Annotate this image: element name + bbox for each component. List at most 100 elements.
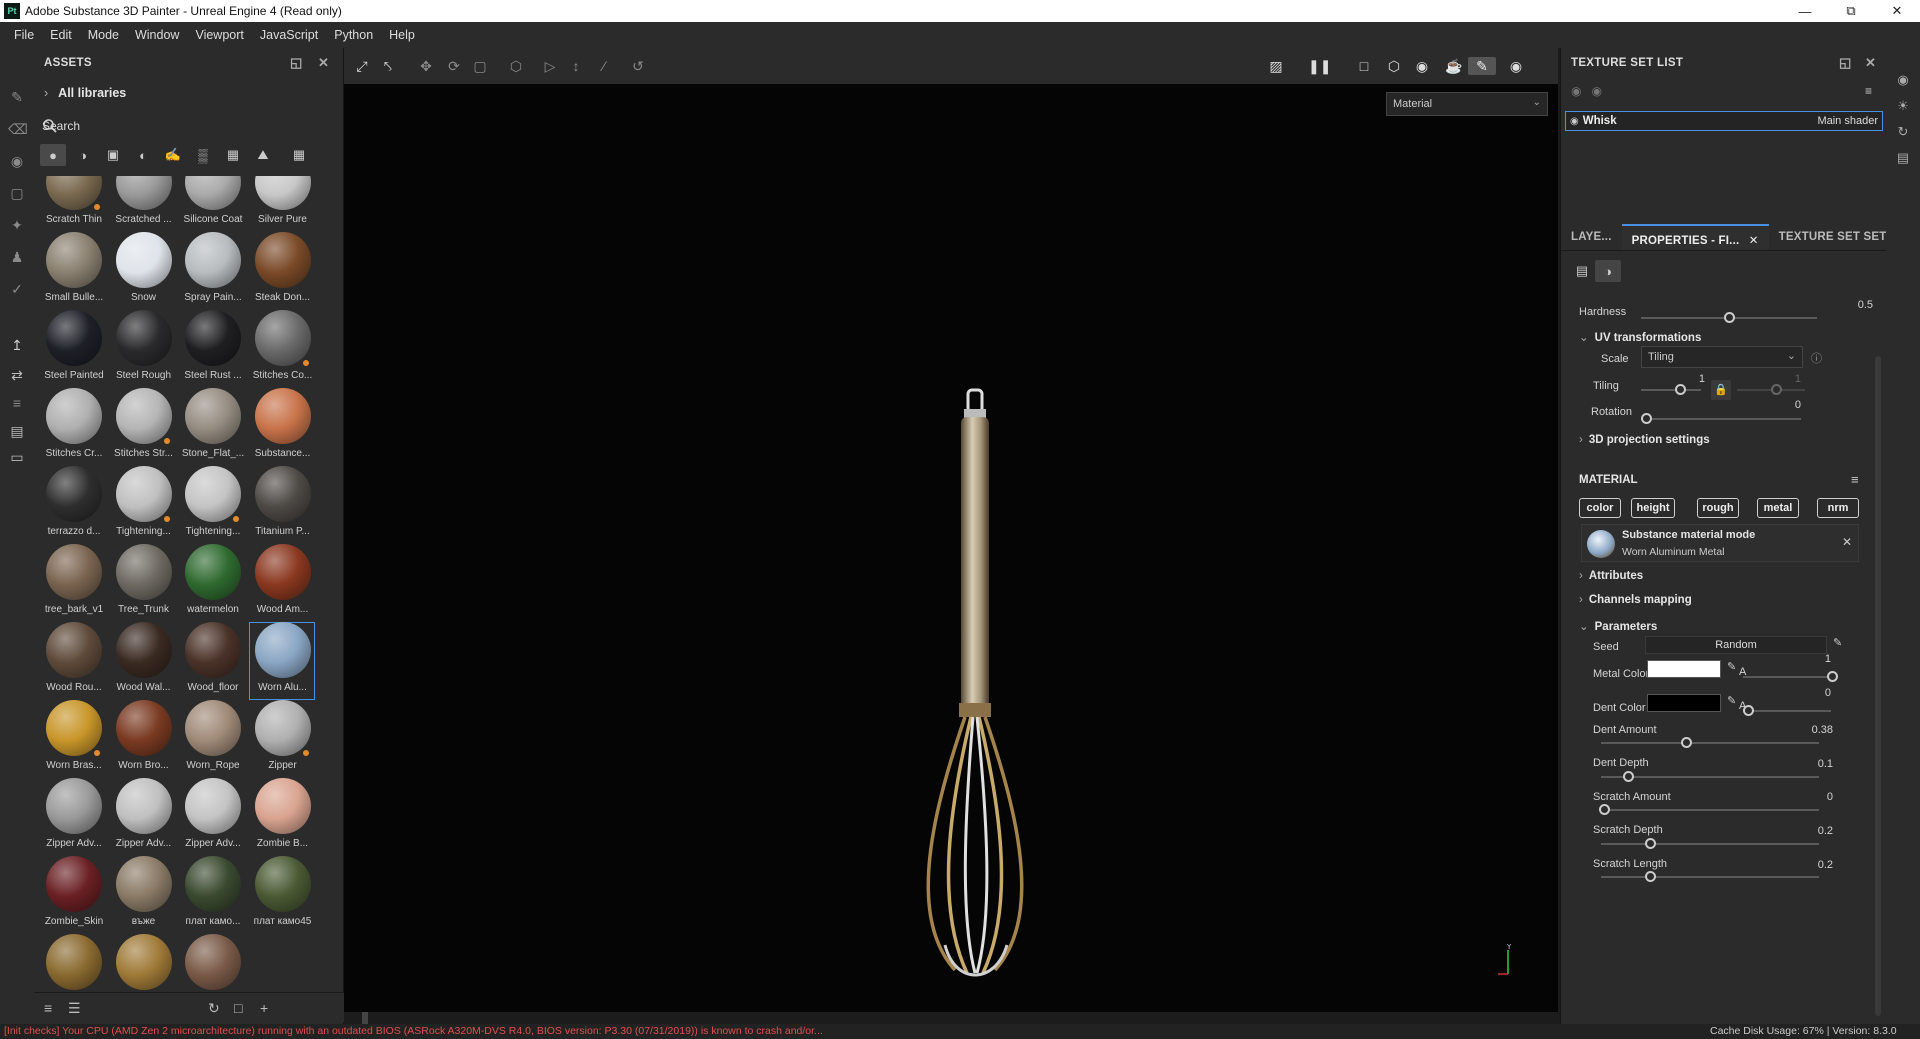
- metal-channel-chip[interactable]: metal: [1757, 498, 1799, 518]
- asset-item[interactable]: Steel Painted: [40, 310, 106, 388]
- scratch-length-value[interactable]: 0.2: [1781, 859, 1833, 871]
- screenshot-icon[interactable]: ◉: [1506, 57, 1526, 75]
- eye-icon[interactable]: ◉: [1570, 116, 1579, 127]
- metal-color-swatch[interactable]: [1647, 660, 1721, 678]
- polygon-fill-tool-icon[interactable]: ▢: [8, 184, 26, 202]
- status-error-message[interactable]: [Init checks] Your CPU (AMD Zen 2 microa…: [4, 1024, 823, 1039]
- properties-scrollbar[interactable]: [1875, 356, 1881, 1016]
- tiling-slider[interactable]: [1641, 389, 1701, 391]
- display-settings-icon[interactable]: ☀: [1895, 98, 1911, 114]
- scratch-amount-slider[interactable]: [1601, 809, 1819, 811]
- asset-item[interactable]: Titanium P...: [249, 466, 315, 544]
- move-icon[interactable]: ✥: [416, 57, 436, 75]
- asset-item[interactable]: Scratch Thin: [40, 176, 106, 232]
- document-icon[interactable]: ▤: [8, 422, 26, 440]
- paint-mode-icon[interactable]: ✎: [1468, 57, 1496, 75]
- asset-item[interactable]: Stitches Str...: [110, 388, 176, 466]
- nrm-channel-chip[interactable]: nrm: [1817, 498, 1859, 518]
- generators-filter-icon[interactable]: ◐: [130, 144, 156, 166]
- menu-window[interactable]: Window: [127, 28, 187, 42]
- bake-icon[interactable]: ⇄: [8, 366, 26, 384]
- fill-properties-icon[interactable]: ▤: [1569, 260, 1595, 282]
- dent-alpha-slider[interactable]: [1743, 710, 1831, 712]
- object-icon[interactable]: ⬡: [506, 57, 526, 75]
- add-icon[interactable]: +: [260, 1000, 268, 1016]
- log-icon[interactable]: ▤: [1895, 150, 1911, 166]
- menu-python[interactable]: Python: [326, 28, 381, 42]
- dent-depth-slider-knob[interactable]: [1623, 771, 1634, 782]
- asset-item[interactable]: Worn Alu...: [248, 622, 315, 700]
- tab-layers[interactable]: LAYE...: [1561, 224, 1622, 250]
- particles-filter-icon[interactable]: ▒: [190, 144, 216, 166]
- transform-tool-icon[interactable]: ⤢: [352, 57, 372, 75]
- rough-channel-chip[interactable]: rough: [1697, 498, 1739, 518]
- smart-materials-filter-icon[interactable]: ◑: [70, 144, 96, 166]
- asset-item[interactable]: Spray Pain...: [179, 232, 245, 310]
- restore-button[interactable]: ⧉: [1828, 0, 1874, 22]
- all-libraries-row[interactable]: › All libraries: [44, 86, 126, 100]
- hide-icon[interactable]: ◉: [1571, 84, 1581, 98]
- asset-item[interactable]: Zipper: [249, 700, 315, 778]
- eraser-tool-icon[interactable]: ⌫: [8, 120, 28, 138]
- material-menu-icon[interactable]: ≡: [1851, 472, 1859, 487]
- asset-item[interactable]: Silver Pure: [249, 176, 315, 232]
- tiling-slider-knob[interactable]: [1675, 384, 1686, 395]
- texture-set-row[interactable]: ◉ Whisk Main shader: [1565, 111, 1883, 131]
- color-channel-chip[interactable]: color: [1579, 498, 1621, 518]
- close-panel-icon[interactable]: ✕: [1865, 55, 1876, 71]
- attributes-section[interactable]: › Attributes: [1579, 570, 1643, 582]
- scratch-depth-slider[interactable]: [1601, 843, 1819, 845]
- grid-view-icon[interactable]: ▦: [286, 144, 312, 166]
- symmetry-icon[interactable]: ∕: [594, 57, 614, 75]
- asset-item[interactable]: Stitches Cr...: [40, 388, 106, 466]
- asset-item[interactable]: плат камо45: [249, 856, 315, 934]
- float-panel-icon[interactable]: ◱: [290, 55, 303, 71]
- hardness-value[interactable]: 0.5: [1811, 299, 1873, 311]
- scratch-depth-value[interactable]: 0.2: [1781, 825, 1833, 837]
- camera-icon[interactable]: ◉: [1412, 57, 1432, 75]
- close-window-button[interactable]: ✕: [1874, 0, 1920, 22]
- asset-item[interactable]: Tree_Trunk: [110, 544, 176, 622]
- paint-brush-tool-icon[interactable]: ✎: [8, 88, 26, 106]
- height-channel-chip[interactable]: height: [1631, 498, 1675, 518]
- dent-amount-slider[interactable]: [1601, 742, 1819, 744]
- asset-item[interactable]: Silicone Coat: [179, 176, 245, 232]
- eyedropper-icon[interactable]: ✎: [1727, 660, 1736, 673]
- stack-icon[interactable]: ≡: [8, 394, 26, 412]
- eyedropper-icon[interactable]: ✎: [1727, 694, 1736, 707]
- history-icon[interactable]: ↺: [628, 57, 648, 75]
- dent-alpha-slider-knob[interactable]: [1743, 705, 1754, 716]
- asset-item[interactable]: Zombie B...: [249, 778, 315, 856]
- scratch-amount-slider-knob[interactable]: [1599, 804, 1610, 815]
- refresh-icon[interactable]: ↻: [208, 1000, 220, 1017]
- metal-alpha-value[interactable]: 1: [1811, 653, 1831, 665]
- asset-item[interactable]: Wood Rou...: [40, 622, 106, 700]
- masks-filter-icon[interactable]: ▣: [100, 144, 126, 166]
- asset-item[interactable]: Zipper Adv...: [179, 778, 245, 856]
- menu-icon[interactable]: ≡: [1865, 84, 1872, 98]
- asset-item[interactable]: Wood_floor: [179, 622, 245, 700]
- menu-mode[interactable]: Mode: [80, 28, 127, 42]
- screenshot-icon[interactable]: ◉: [1895, 72, 1911, 88]
- rotation-slider[interactable]: [1641, 418, 1801, 420]
- remove-material-icon[interactable]: ✕: [1842, 535, 1852, 549]
- asset-item[interactable]: watermelon: [179, 544, 245, 622]
- 2d-view-icon[interactable]: □: [1354, 57, 1374, 75]
- material-properties-icon[interactable]: ◑: [1595, 260, 1621, 282]
- asset-item[interactable]: terrazzo d...: [40, 466, 106, 544]
- hardness-slider-knob[interactable]: [1724, 312, 1735, 323]
- history-icon[interactable]: ↻: [1895, 124, 1911, 140]
- tiling-value[interactable]: 1: [1671, 373, 1705, 385]
- eye-icon[interactable]: ◉: [1592, 84, 1602, 98]
- projection-section[interactable]: › 3D projection settings: [1579, 434, 1710, 446]
- asset-item[interactable]: Scratched ...: [110, 176, 176, 232]
- asset-item[interactable]: Tightening...: [179, 466, 245, 544]
- asset-item[interactable]: Small Bulle...: [40, 232, 106, 310]
- lock-icon[interactable]: 🔒: [1711, 380, 1731, 400]
- mirror-x-icon[interactable]: ▷: [540, 57, 560, 75]
- metal-alpha-slider[interactable]: [1743, 676, 1831, 678]
- uv-transformations-section[interactable]: ⌄ UV transformations: [1579, 330, 1701, 344]
- viewport-mode-select[interactable]: Material ⌄: [1386, 92, 1548, 116]
- edit-icon[interactable]: ✎: [1833, 636, 1842, 649]
- asset-item[interactable]: въжe: [110, 856, 176, 934]
